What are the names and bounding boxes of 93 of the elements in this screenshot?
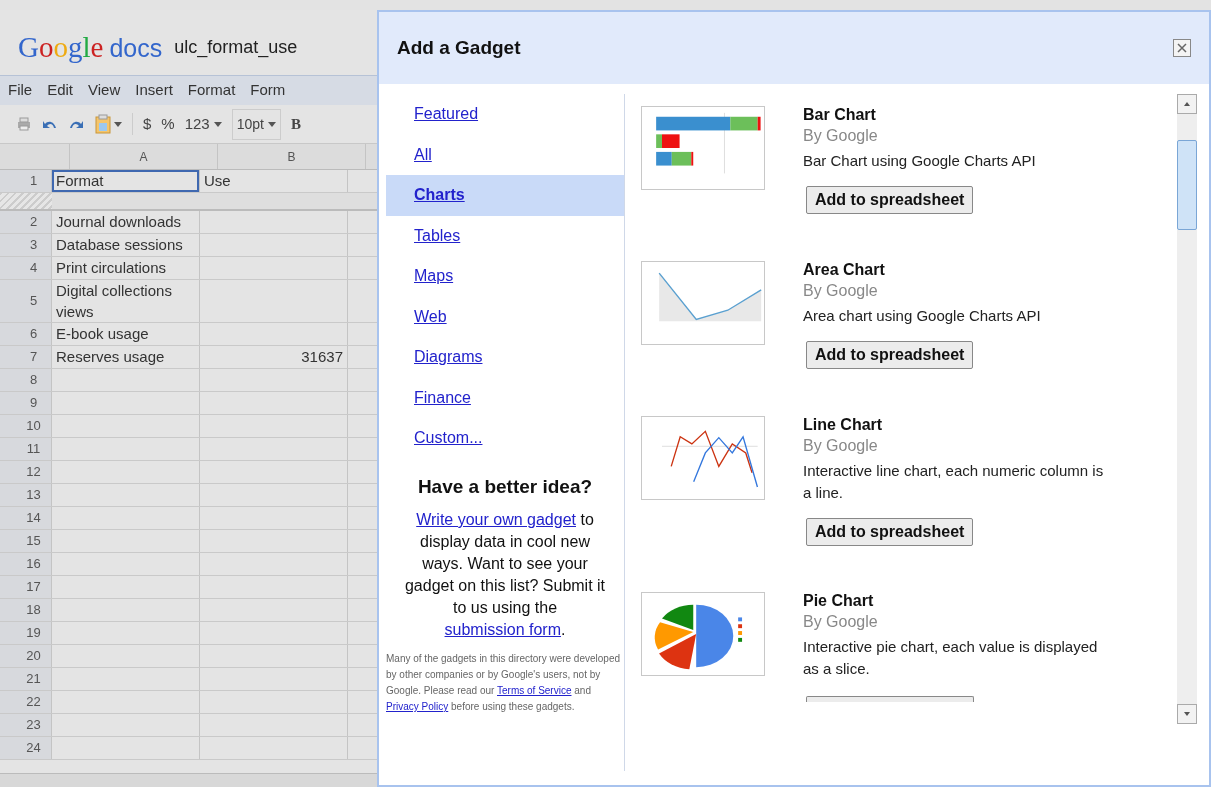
- add-button[interactable]: [806, 696, 974, 702]
- scroll-up-icon[interactable]: [1177, 94, 1197, 114]
- table-cell-text: Use: [203, 171, 232, 191]
- row-number[interactable]: 12: [0, 461, 52, 483]
- idea-heading: Have a better idea?: [416, 474, 594, 499]
- table-cell-text: E-book usage: [55, 324, 150, 344]
- dialog-title: Add a Gadget: [397, 35, 521, 60]
- add-button[interactable]: Add to spreadsheet: [806, 186, 974, 214]
- table-cell-text: Digital collections views: [55, 281, 173, 322]
- table-cell-text: Journal downloads: [55, 212, 183, 232]
- category-link[interactable]: Diagrams: [386, 337, 624, 378]
- gadget-description: Bar Chart using Google Charts API: [803, 151, 1037, 171]
- scroll-thumb[interactable]: [1177, 140, 1197, 230]
- gadget-description: Interactive pie chart, each value is displayed as a slice.: [803, 637, 1099, 679]
- gadget-author: By Google: [803, 126, 879, 146]
- text-link[interactable]: submission form: [444, 621, 561, 638]
- row-number[interactable]: 3: [0, 234, 52, 256]
- menu-item[interactable]: Edit: [47, 79, 74, 102]
- row-number[interactable]: 2: [0, 211, 52, 233]
- row-number[interactable]: 21: [0, 668, 52, 690]
- row-number[interactable]: 15: [0, 530, 52, 552]
- scrollbar[interactable]: [1177, 94, 1197, 724]
- row-number[interactable]: 20: [0, 645, 52, 667]
- row-number[interactable]: 23: [0, 714, 52, 736]
- scroll-down-icon[interactable]: [1177, 704, 1197, 724]
- clipboard-icon[interactable]: [94, 114, 112, 134]
- add-button[interactable]: Add to spreadsheet: [806, 518, 974, 546]
- row-number[interactable]: 16: [0, 553, 52, 575]
- gadget-author: By Google: [803, 281, 879, 301]
- category-link[interactable]: Featured: [386, 94, 624, 135]
- gadget-description: Area chart using Google Charts API: [803, 306, 1042, 326]
- row-number[interactable]: 19: [0, 622, 52, 644]
- category-link[interactable]: Charts: [386, 175, 624, 216]
- text-link[interactable]: Terms of Service: [497, 685, 572, 696]
- row-number[interactable]: 10: [0, 415, 52, 437]
- row-number[interactable]: 22: [0, 691, 52, 713]
- close-icon[interactable]: [1173, 39, 1191, 57]
- app-logo: Google docs: [18, 33, 163, 62]
- menu-item[interactable]: File: [8, 79, 33, 102]
- number-format-button[interactable]: 123: [184, 112, 222, 136]
- gadget-title: Pie Chart: [803, 591, 875, 611]
- font-size-button[interactable]: 10pt: [231, 108, 281, 140]
- bold-button[interactable]: B: [290, 112, 301, 136]
- caret-icon[interactable]: [114, 121, 122, 127]
- row-number[interactable]: 13: [0, 484, 52, 506]
- column-header[interactable]: B: [218, 144, 366, 169]
- gadget-author: By Google: [803, 612, 879, 632]
- row-number[interactable]: 4: [0, 257, 52, 279]
- row-number[interactable]: 8: [0, 369, 52, 391]
- table-cell: Format: [52, 170, 199, 192]
- menu-item[interactable]: Form: [250, 79, 286, 102]
- row-number[interactable]: 9: [0, 392, 52, 414]
- row-number[interactable]: 1: [0, 170, 52, 192]
- row-number[interactable]: 24: [0, 737, 52, 759]
- caret-icon: [213, 121, 222, 127]
- category-link[interactable]: Custom...: [386, 418, 624, 459]
- gadget-title: Line Chart: [803, 415, 884, 435]
- caret-icon: [267, 121, 276, 127]
- menu-item[interactable]: Format: [187, 79, 236, 102]
- print-icon[interactable]: [16, 116, 32, 132]
- currency-button[interactable]: $: [143, 112, 152, 136]
- gadget-title: Area Chart: [803, 260, 886, 280]
- idea-paragraph: Write your own gadget to display data in cool new ways. Want to see your gadget on this list? Submit it to us using the submission form.: [403, 510, 607, 640]
- freeze-handle[interactable]: [0, 193, 52, 209]
- table-cell-text: Print circulations: [55, 258, 168, 278]
- table-cell-text: Database sessions: [55, 235, 184, 255]
- text-link[interactable]: Write your own gadget: [416, 511, 576, 528]
- table-cell-text: 31637: [300, 347, 344, 367]
- gadget-description: Interactive line chart, each numeric column is a line.: [803, 461, 1105, 503]
- row-number[interactable]: 18: [0, 599, 52, 621]
- row-number[interactable]: 14: [0, 507, 52, 529]
- row-number[interactable]: 11: [0, 438, 52, 460]
- horizontal-scrollbar[interactable]: [0, 773, 377, 787]
- table-cell-text: Reserves usage: [55, 347, 166, 367]
- gadget-title: Bar Chart: [803, 105, 877, 125]
- category-link[interactable]: Web: [386, 296, 624, 337]
- column-header[interactable]: A: [70, 144, 218, 169]
- add-button[interactable]: Add to spreadsheet: [806, 341, 974, 369]
- disclaimer-text: Many of the gadgets in this directory were developed by other companies or by Google's users, not by Google. Please read our Terms of Service and Privacy Policy before using these gadgets.: [386, 652, 622, 714]
- row-number[interactable]: 5: [0, 280, 52, 322]
- category-link[interactable]: All: [386, 134, 624, 175]
- text-link[interactable]: Privacy Policy: [386, 701, 449, 712]
- document-title: ulc_format_use: [174, 36, 298, 60]
- row-number[interactable]: 7: [0, 346, 52, 368]
- row-number[interactable]: 17: [0, 576, 52, 598]
- percent-button[interactable]: %: [161, 112, 175, 136]
- row-number[interactable]: 6: [0, 323, 52, 345]
- gadget-author: By Google: [803, 436, 879, 456]
- category-link[interactable]: Maps: [386, 256, 624, 297]
- menu-item[interactable]: View: [88, 79, 121, 102]
- category-link[interactable]: Tables: [386, 215, 624, 256]
- menu-item[interactable]: Insert: [135, 79, 173, 102]
- category-link[interactable]: Finance: [386, 377, 624, 418]
